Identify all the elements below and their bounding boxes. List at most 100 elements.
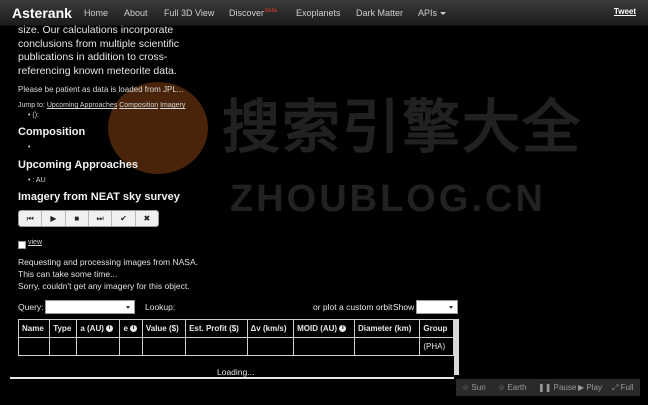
list-item: • : AU — [28, 177, 46, 184]
check-icon: ✔ — [120, 214, 127, 223]
status-message: Requesting and processing images from NA… — [18, 257, 199, 267]
list-item-text: (): — [32, 112, 40, 119]
lookup-label: Lookup: — [145, 302, 176, 312]
chevron-down-icon — [126, 306, 130, 309]
nav-full-3d-view[interactable]: Full 3D View — [164, 8, 214, 18]
table-row[interactable]: (PHA) — [17, 337, 454, 356]
star-icon: ☆ — [498, 383, 506, 392]
nav-apis[interactable]: APIs — [418, 8, 447, 18]
pause-icon: ❚❚ — [538, 383, 552, 392]
top-navbar: Asterank Home About Full 3D View Discove… — [0, 0, 648, 26]
pause-control-label: Pause — [553, 383, 577, 392]
fullscreen-icon: ⤢ — [612, 383, 619, 392]
watermark-en: ZHOUBLOG.CN — [230, 178, 546, 220]
results-table: Name Type a (AU) ie i Value ($) Est. Profit … — [17, 319, 454, 356]
earth-control[interactable]: ☆ Earth — [498, 383, 527, 392]
play-icon: ▶ — [50, 214, 57, 223]
play-control-label: Play — [586, 383, 602, 392]
column-header[interactable]: Diameter (km) — [353, 319, 421, 338]
info-icon[interactable]: i — [130, 325, 138, 333]
list-item: • — [28, 144, 31, 151]
tweet-button[interactable]: Tweet — [614, 7, 636, 16]
jump-link-composition[interactable]: Composition — [119, 102, 158, 109]
divider — [10, 377, 454, 379]
table-cell — [49, 337, 78, 356]
table-cell — [17, 337, 51, 356]
scrollbar[interactable] — [454, 319, 459, 375]
beta-badge: beta — [265, 8, 277, 14]
play-button[interactable]: ▶ — [42, 211, 66, 226]
column-header[interactable]: Name — [17, 319, 51, 338]
table-cell: (PHA) — [419, 337, 454, 356]
imagery-heading: Imagery from NEAT sky survey — [18, 191, 180, 203]
view-checkbox[interactable] — [18, 241, 26, 249]
approaches-heading: Upcoming Approaches — [18, 159, 138, 171]
jump-link-imagery[interactable]: Imagery — [160, 102, 185, 109]
table-cell — [185, 337, 248, 356]
column-header-label: a (AU) — [80, 324, 104, 333]
first-frame-button[interactable]: ⏮ — [19, 211, 43, 226]
last-frame-icon: ⏭ — [96, 213, 104, 223]
column-header-label: Name — [22, 324, 44, 333]
table-cell — [246, 337, 295, 356]
close-button[interactable]: ✖ — [136, 211, 158, 226]
stop-icon: ■ — [74, 214, 80, 223]
jump-to-nav: Jump to: Upcoming Approaches Composition… — [18, 102, 185, 109]
loading-text: Loading... — [217, 367, 255, 377]
brand-logo[interactable]: Asterank — [12, 5, 72, 21]
imagery-player-controls: ⏮ ▶ ■ ⏭ ✔ ✖ — [18, 210, 159, 227]
query-select[interactable] — [45, 300, 135, 314]
loading-notice: Please be patient as data is loaded from… — [18, 85, 184, 94]
close-icon: ✖ — [143, 214, 151, 223]
list-item-text: : AU — [32, 177, 46, 184]
check-button[interactable]: ✔ — [112, 211, 136, 226]
column-header[interactable]: a (AU) i — [76, 319, 121, 338]
fullscreen-control-label: Full — [620, 383, 634, 392]
nav-exoplanets[interactable]: Exoplanets — [296, 8, 341, 18]
jump-to-label: Jump to: — [18, 102, 45, 109]
stop-button[interactable]: ■ — [66, 211, 89, 226]
sun-control-label: Sun — [471, 383, 486, 392]
nav-discover[interactable]: Discoverbeta — [229, 8, 277, 18]
column-header-label: Value ($) — [145, 324, 179, 333]
query-label: Query: — [18, 302, 44, 312]
chevron-down-icon — [449, 306, 453, 309]
info-icon[interactable]: i — [339, 325, 347, 333]
column-header[interactable]: Δv (km/s) — [246, 319, 295, 338]
column-header-label: Δv (km/s) — [250, 324, 287, 333]
nav-dark-matter[interactable]: Dark Matter — [356, 8, 403, 18]
column-header-label: Diameter (km) — [358, 324, 412, 333]
nav-home[interactable]: Home — [84, 8, 108, 18]
show-label: Show — [393, 302, 415, 312]
column-header[interactable]: Est. Profit ($) — [185, 319, 248, 338]
column-header[interactable]: e i — [119, 319, 143, 338]
play-control[interactable]: ▶ Play — [578, 383, 602, 392]
nav-about[interactable]: About — [124, 8, 148, 18]
info-icon[interactable]: i — [106, 325, 114, 333]
column-header-label: Type — [53, 324, 72, 333]
column-header[interactable]: Type — [49, 319, 78, 338]
view-link[interactable]: view — [28, 239, 42, 246]
custom-orbit-link[interactable]: or plot a custom orbit — [313, 302, 392, 312]
column-header[interactable]: Value ($) — [141, 319, 187, 338]
nav-discover-label: Discover — [229, 8, 265, 18]
star-icon: ☆ — [462, 383, 470, 392]
table-cell — [119, 337, 143, 356]
fullscreen-control[interactable]: ⤢ Full — [612, 383, 634, 393]
watermark-cn: 搜索引擎大全 — [222, 95, 583, 160]
column-header-label: Est. Profit ($) — [189, 324, 239, 333]
chevron-down-icon — [440, 12, 447, 16]
show-select[interactable] — [416, 300, 458, 314]
jump-link-approaches[interactable]: Upcoming Approaches — [47, 102, 117, 109]
last-frame-button[interactable]: ⏭ — [89, 211, 113, 226]
view-controls: ☆ Sun ☆ Earth ❚❚ Pause ▶ Play ⤢ Full — [456, 379, 640, 396]
earth-control-label: Earth — [507, 383, 527, 392]
column-header-label: e — [123, 324, 128, 333]
column-header[interactable]: MOID (AU) i — [293, 319, 355, 338]
composition-heading: Composition — [18, 126, 86, 138]
status-message: Sorry, couldn't get any imagery for this… — [18, 281, 190, 291]
table-header-row: Name Type a (AU) ie i Value ($) Est. Profit … — [17, 319, 454, 338]
column-header[interactable]: Group — [419, 319, 454, 338]
sun-control[interactable]: ☆ Sun — [462, 383, 486, 392]
pause-control[interactable]: ❚❚ Pause — [538, 383, 576, 392]
